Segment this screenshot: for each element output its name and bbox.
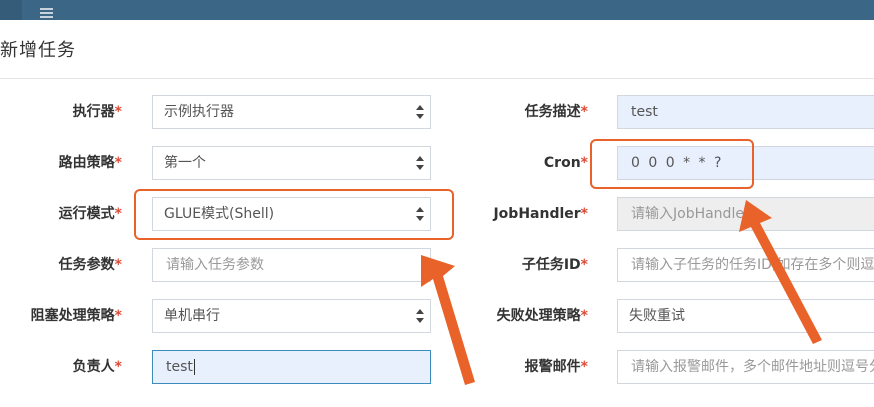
highlight-box-run-mode — [134, 189, 454, 240]
navbar-logo-area — [0, 0, 22, 20]
alarm-email-label: 报警邮件* — [524, 359, 588, 375]
route-strategy-select[interactable]: 第一个 — [152, 146, 431, 180]
hamburger-icon[interactable] — [40, 8, 53, 18]
executor-label: 执行器* — [72, 104, 122, 120]
select-arrows-icon — [416, 309, 424, 323]
task-desc-label: 任务描述* — [524, 104, 588, 120]
text-cursor — [193, 359, 195, 375]
top-navbar — [0, 0, 874, 20]
modal-title: 新增任务 — [0, 40, 76, 61]
jobhandler-input[interactable]: 请输入JobHandler — [617, 197, 874, 231]
task-param-label: 任务参数* — [58, 257, 122, 273]
block-strategy-label: 阻塞处理策略* — [30, 308, 122, 324]
alarm-email-input[interactable]: 请输入报警邮件，多个邮件地址则逗号分隔 — [617, 350, 874, 384]
highlight-box-cron — [590, 139, 754, 189]
select-arrows-icon — [416, 156, 424, 170]
block-strategy-select[interactable]: 单机串行 — [152, 299, 431, 333]
child-task-label: 子任务ID* — [521, 257, 588, 273]
run-mode-label: 运行模式* — [58, 206, 122, 222]
task-desc-input[interactable]: test — [617, 95, 874, 129]
child-task-input[interactable]: 请输入子任务的任务ID,如存在多个则逗号分隔 — [617, 248, 874, 282]
route-strategy-label: 路由策略* — [58, 155, 122, 171]
fail-strategy-select[interactable]: 失败重试 — [617, 299, 874, 333]
executor-select[interactable]: 示例执行器 — [152, 95, 431, 129]
owner-label: 负责人* — [72, 359, 122, 375]
jobhandler-label: JobHandler* — [493, 206, 588, 222]
owner-input[interactable]: test — [152, 350, 431, 384]
cron-label: Cron* — [543, 155, 588, 171]
fail-strategy-label: 失败处理策略* — [496, 308, 588, 324]
title-divider — [0, 78, 874, 79]
task-param-input[interactable]: 请输入任务参数 — [152, 248, 431, 282]
select-arrows-icon — [416, 105, 424, 119]
